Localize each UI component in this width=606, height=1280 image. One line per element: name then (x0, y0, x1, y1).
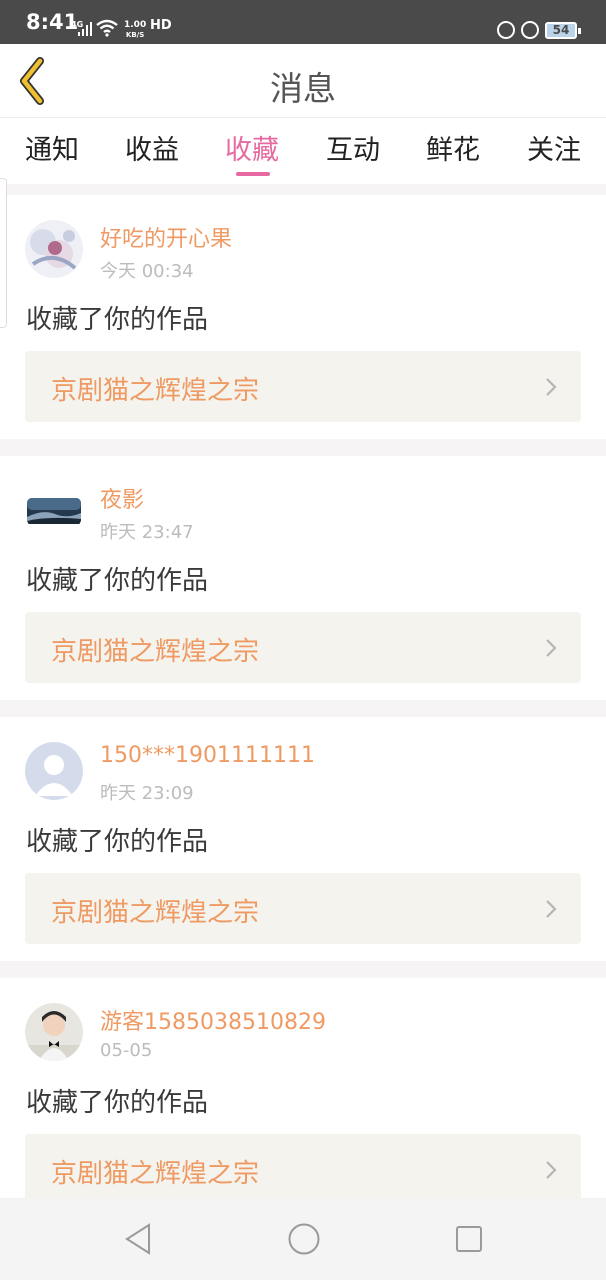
tab-notifications[interactable]: 通知 (25, 128, 79, 167)
status-bar: 8:41 4G 1.00 KB/S HD 54 (0, 0, 606, 44)
avatar[interactable] (25, 220, 83, 278)
message-card: 150***1901111111 昨天 23:09 收藏了你的作品 京剧猫之辉煌… (0, 717, 606, 961)
avatar[interactable] (25, 742, 83, 800)
active-tab-indicator (236, 172, 270, 176)
default-avatar-icon (25, 742, 83, 800)
avatar[interactable] (25, 1003, 83, 1061)
tab-bar: 通知 收益 收藏 互动 鲜花 关注 (0, 118, 606, 184)
wifi-icon (96, 19, 118, 37)
username[interactable]: 150***1901111111 (100, 743, 315, 768)
work-title: 京剧猫之辉煌之宗 (51, 898, 260, 928)
hd-indicator: HD (150, 18, 172, 33)
message-text: 收藏了你的作品 (26, 305, 209, 335)
work-title: 京剧猫之辉煌之宗 (51, 376, 260, 406)
header: 消息 (0, 44, 606, 118)
message-text: 收藏了你的作品 (26, 1088, 209, 1118)
speed-value: 1.00 (124, 20, 147, 30)
tab-earnings[interactable]: 收益 (125, 128, 179, 167)
avatar-image (25, 220, 83, 278)
tab-following[interactable]: 关注 (527, 128, 581, 167)
work-title: 京剧猫之辉煌之宗 (51, 637, 260, 667)
battery-icon: 54 (545, 22, 581, 39)
work-link[interactable]: 京剧猫之辉煌之宗 (25, 1134, 581, 1205)
chevron-right-icon (546, 1161, 557, 1179)
square-recents-icon[interactable] (455, 1222, 483, 1256)
work-link[interactable]: 京剧猫之辉煌之宗 (25, 351, 581, 422)
message-card: 好吃的开心果 今天 00:34 收藏了你的作品 京剧猫之辉煌之宗 (0, 195, 606, 439)
message-time: 05-05 (100, 1040, 153, 1061)
message-time: 昨天 23:47 (100, 522, 194, 543)
message-card: 游客1585038510829 05-05 收藏了你的作品 京剧猫之辉煌之宗 (0, 978, 606, 1222)
chevron-right-icon (546, 378, 557, 396)
speed-unit: KB/S (125, 31, 145, 39)
data-saver-icon (497, 21, 515, 39)
username[interactable]: 夜影 (100, 482, 144, 514)
work-link[interactable]: 京剧猫之辉煌之宗 (25, 612, 581, 683)
triangle-back-icon[interactable] (124, 1222, 152, 1256)
work-link[interactable]: 京剧猫之辉煌之宗 (25, 873, 581, 944)
message-time: 昨天 23:09 (100, 783, 194, 804)
work-title: 京剧猫之辉煌之宗 (51, 1159, 260, 1189)
message-text: 收藏了你的作品 (26, 827, 209, 857)
signal-icon (78, 22, 92, 36)
chevron-right-icon (546, 639, 557, 657)
side-drawer-handle[interactable] (0, 178, 7, 328)
system-nav-bar (0, 1198, 606, 1280)
message-text: 收藏了你的作品 (26, 566, 209, 596)
network-speed: 1.00 KB/S (124, 20, 146, 40)
circle-home-icon[interactable] (287, 1222, 321, 1256)
avatar[interactable] (25, 481, 83, 539)
message-time: 今天 00:34 (100, 261, 194, 282)
tab-favorites[interactable]: 收藏 (225, 128, 279, 167)
page-title: 消息 (270, 69, 336, 108)
tab-flowers[interactable]: 鲜花 (426, 128, 480, 167)
message-card: 夜影 昨天 23:47 收藏了你的作品 京剧猫之辉煌之宗 (0, 456, 606, 700)
lock-icon (521, 21, 539, 39)
avatar-image (25, 1003, 83, 1061)
username[interactable]: 游客1585038510829 (100, 1004, 326, 1036)
tab-interactions[interactable]: 互动 (326, 128, 380, 167)
chevron-right-icon (546, 900, 557, 918)
avatar-image (25, 481, 83, 539)
username[interactable]: 好吃的开心果 (100, 221, 232, 253)
